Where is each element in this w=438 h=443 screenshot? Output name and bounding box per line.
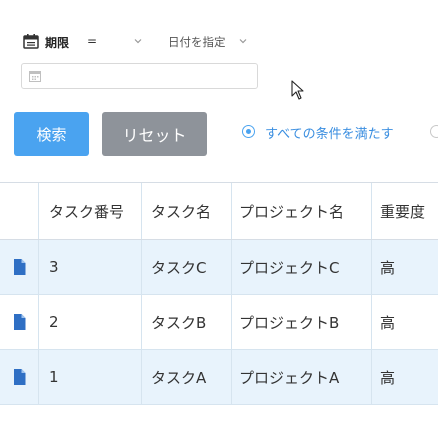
- chevron-down-icon: [134, 39, 142, 44]
- search-button[interactable]: 検索: [14, 112, 89, 156]
- reset-button[interactable]: リセット: [102, 112, 207, 156]
- task-name-cell: タスクC: [142, 240, 232, 294]
- match-any-radio[interactable]: [430, 125, 438, 138]
- chevron-down-icon: [239, 39, 247, 44]
- document-icon[interactable]: [13, 314, 26, 330]
- date-mode-value: 日付を指定: [168, 35, 226, 49]
- priority-cell: 高: [380, 368, 396, 387]
- project-name-cell: プロジェクトB: [232, 295, 372, 349]
- task-table: タスク番号 タスク名 プロジェクト名 重要度 3 タスクC プロジェクトC 高 …: [0, 182, 438, 405]
- filter-field-label: 期限: [45, 36, 70, 50]
- project-name-cell: プロジェクトC: [232, 240, 372, 294]
- match-all-radio[interactable]: [242, 125, 255, 138]
- project-name-cell: プロジェクトA: [232, 350, 372, 404]
- date-mode-select[interactable]: 日付を指定: [168, 32, 258, 52]
- table-row[interactable]: 3 タスクC プロジェクトC 高: [0, 240, 438, 295]
- table-header-row: タスク番号 タスク名 プロジェクト名 重要度: [0, 183, 438, 240]
- document-icon[interactable]: [13, 369, 26, 385]
- priority-cell: 高: [380, 313, 396, 332]
- column-header-task-name[interactable]: タスク名: [142, 183, 232, 239]
- row-icon-cell: [0, 240, 39, 294]
- table-row[interactable]: 1 タスクA プロジェクトA 高: [0, 350, 438, 405]
- column-header-project-name[interactable]: プロジェクト名: [232, 183, 372, 239]
- priority-cell: 高: [380, 258, 396, 277]
- column-header-priority[interactable]: 重要度: [372, 183, 438, 239]
- icon-column-header: [0, 183, 39, 239]
- operator-value: =: [87, 34, 98, 48]
- task-name-cell: タスクA: [142, 350, 232, 404]
- row-icon-cell: [0, 295, 39, 349]
- document-icon[interactable]: [13, 259, 26, 275]
- match-all-label[interactable]: すべての条件を満たす: [265, 123, 394, 142]
- row-icon-cell: [0, 350, 39, 404]
- task-name-cell: タスクB: [142, 295, 232, 349]
- column-header-task-no[interactable]: タスク番号: [39, 183, 142, 239]
- calendar-icon: [29, 71, 41, 82]
- date-field[interactable]: [46, 67, 250, 87]
- table-row[interactable]: 2 タスクB プロジェクトB 高: [0, 295, 438, 350]
- filter-row: 期限 = 日付を指定: [23, 32, 283, 52]
- mouse-cursor-icon: [291, 80, 304, 100]
- task-no-cell: 1: [39, 350, 142, 404]
- date-input[interactable]: [21, 63, 258, 89]
- match-condition-radio-group: すべての条件を満たす: [242, 122, 438, 142]
- operator-select[interactable]: =: [87, 32, 145, 52]
- calendar-icon: [23, 34, 39, 49]
- task-no-cell: 2: [39, 295, 142, 349]
- task-no-cell: 3: [39, 240, 142, 294]
